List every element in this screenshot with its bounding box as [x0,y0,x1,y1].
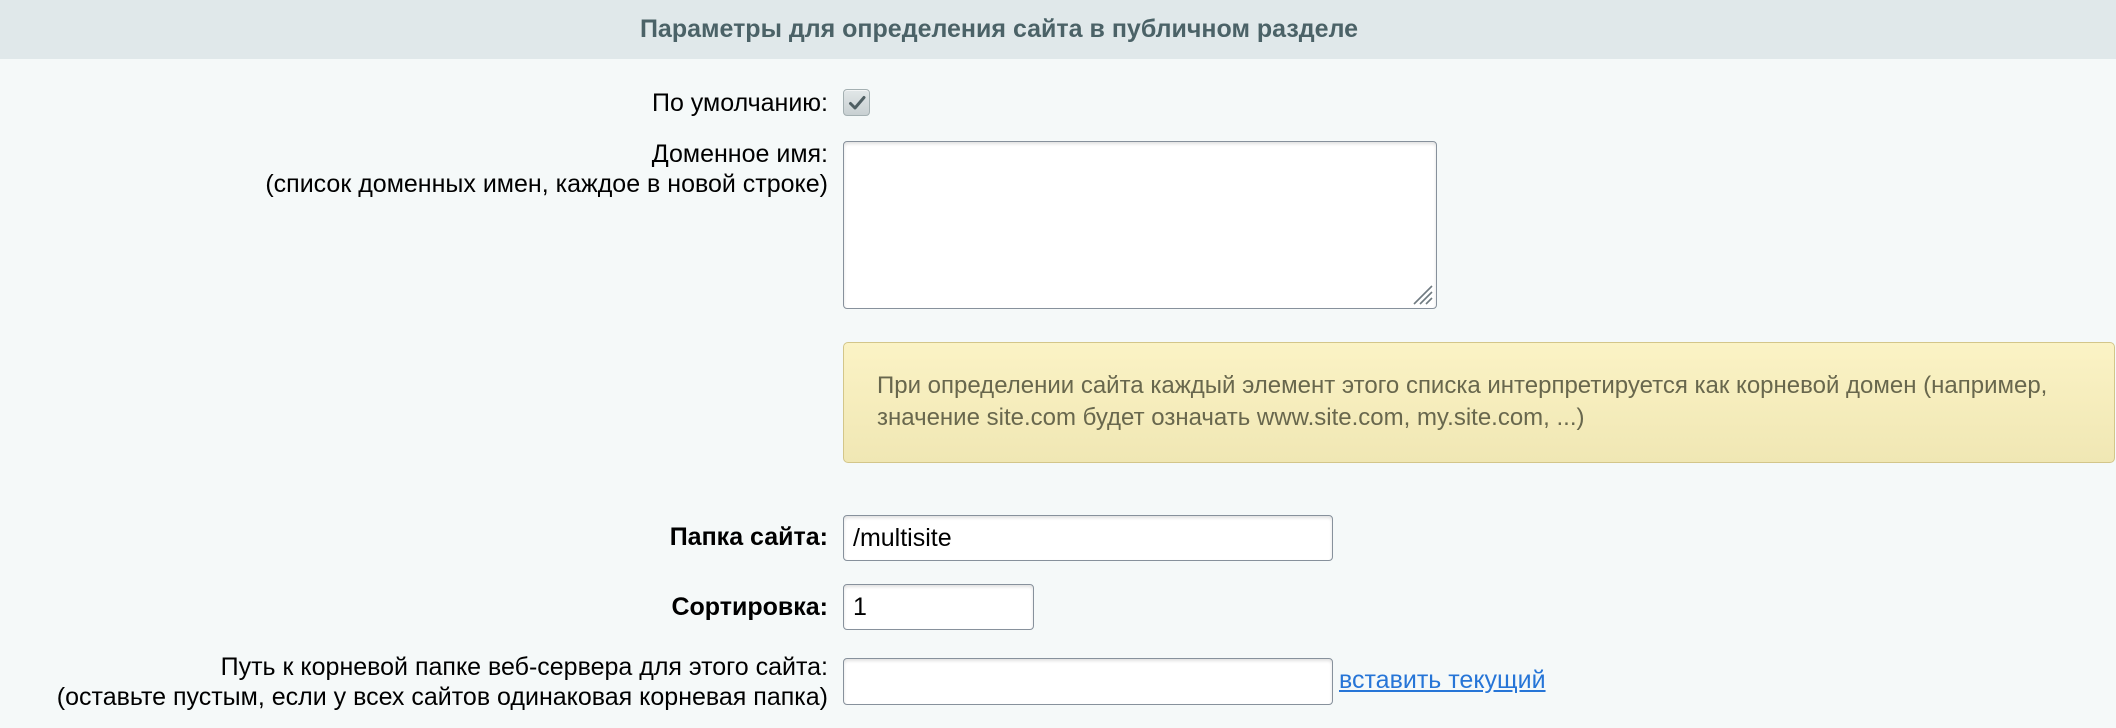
doc-root-input[interactable] [843,658,1333,705]
default-checkbox[interactable] [843,89,870,116]
notice-line-2: значение site.com будет означать www.sit… [877,404,1585,431]
section-title: Параметры для определения сайта в публич… [639,15,1359,43]
domain-hint: (список доменных имен, каждое в новой ст… [265,170,828,198]
sort-label: Сортировка: [671,593,828,621]
domain-label: Доменное имя: [651,140,828,168]
sort-input[interactable]: 1 [843,584,1034,630]
checkmark-icon [848,95,865,109]
notice-line-1: При определении сайта каждый элемент это… [877,372,2048,399]
insert-current-link[interactable]: вставить текущий [1339,665,1546,695]
folder-input[interactable]: /multisite [843,515,1333,561]
section-header: Параметры для определения сайта в публич… [0,0,2116,59]
domain-textarea[interactable] [843,141,1437,309]
resize-grip-icon[interactable] [1411,283,1433,305]
doc-root-label: Путь к корневой папке веб-сервера для эт… [220,653,828,681]
folder-label: Папка сайта: [669,523,828,551]
doc-root-hint: (оставьте пустым, если у всех сайтов оди… [56,683,828,711]
default-label: По умолчанию: [651,89,828,117]
domain-notice: При определении сайта каждый элемент это… [843,342,2115,463]
